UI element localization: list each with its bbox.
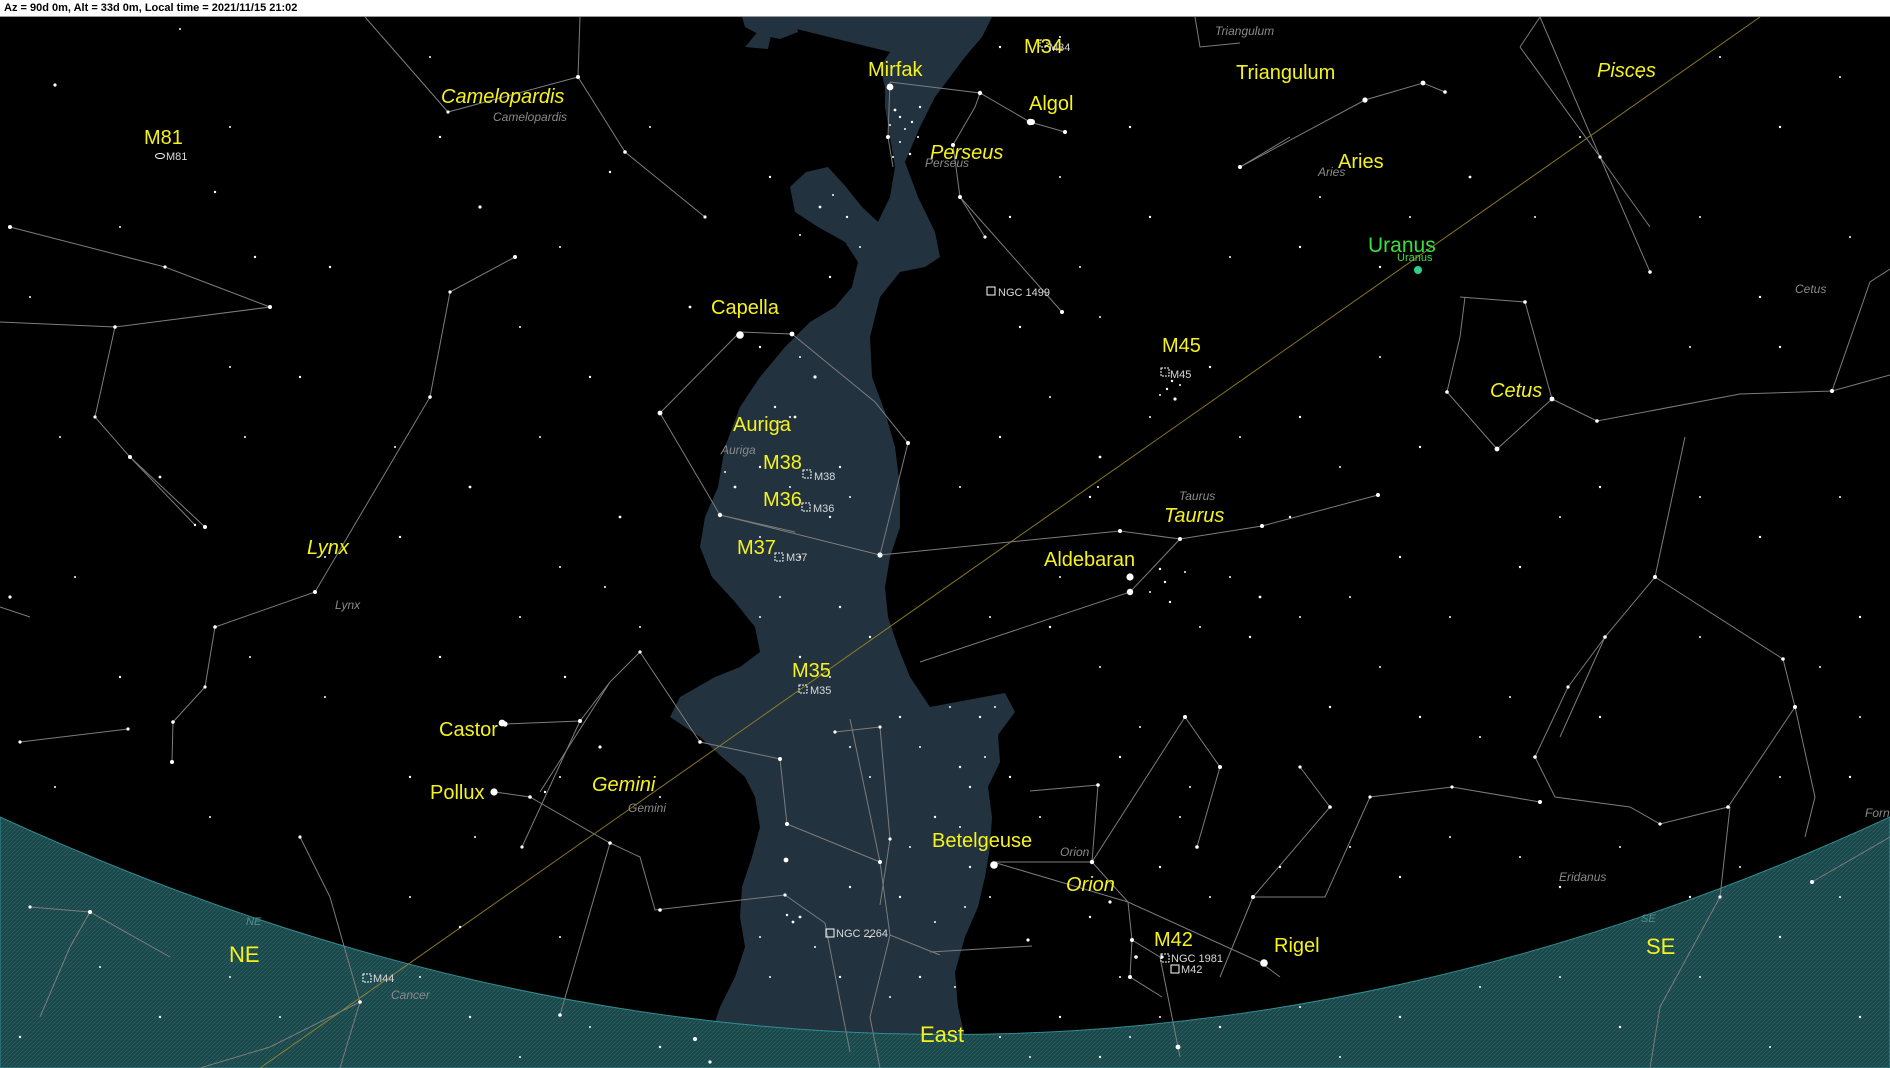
label-cetus: Cetus xyxy=(1490,380,1542,402)
label-betelgeuse: Betelgeuse xyxy=(932,830,1032,852)
label-aldebaran: Aldebaran xyxy=(1044,549,1135,571)
label-m36: M36 xyxy=(763,489,802,511)
status-text: Az = 90d 0m, Alt = 33d 0m, Local time = … xyxy=(4,2,298,14)
star-mirfak[interactable] xyxy=(886,83,894,91)
label-m35: M35 xyxy=(792,660,831,682)
label-se: SE xyxy=(1646,934,1675,959)
label-orion-small: Orion xyxy=(1060,845,1090,859)
label-triangulum-small: Triangulum xyxy=(1215,24,1274,38)
star-rigel[interactable] xyxy=(1260,959,1268,967)
label-ne: NE xyxy=(229,942,260,967)
star-betelgeuse[interactable] xyxy=(990,861,998,869)
label-perseus-small: Perseus xyxy=(925,156,969,170)
label-mirfak: Mirfak xyxy=(868,59,923,81)
label-se-small: SE xyxy=(1641,913,1656,925)
label-m44-small: M44 xyxy=(373,973,394,985)
label-gemini: Gemini xyxy=(592,774,656,796)
label-orion: Orion xyxy=(1066,874,1115,896)
label-ngc1499: NGC 1499 xyxy=(998,287,1050,299)
label-taurus: Taurus xyxy=(1164,505,1224,527)
label-cancer-small: Cancer xyxy=(391,988,431,1002)
label-east: East xyxy=(920,1022,964,1047)
star-pollux[interactable] xyxy=(490,788,498,796)
label-cetus-small: Cetus xyxy=(1795,282,1826,296)
label-m42-small: M42 xyxy=(1181,964,1202,976)
label-capella: Capella xyxy=(711,297,780,319)
label-aries-small: Aries xyxy=(1317,165,1345,179)
label-castor: Castor xyxy=(439,719,498,741)
label-fornax-small: Forn xyxy=(1865,806,1890,820)
label-pisces: Pisces xyxy=(1597,60,1656,82)
label-m37: M37 xyxy=(737,537,776,559)
label-ne-small: NE xyxy=(246,916,262,928)
star-aldebaran[interactable] xyxy=(1126,573,1134,581)
label-eridanus-small: Eridanus xyxy=(1559,870,1606,884)
label-m38-small: M38 xyxy=(814,471,835,483)
label-m81-small: M81 xyxy=(166,151,187,163)
star-algol[interactable] xyxy=(1029,119,1035,125)
label-pollux: Pollux xyxy=(430,782,484,804)
label-m45: M45 xyxy=(1162,335,1201,357)
label-gemini-small: Gemini xyxy=(628,801,666,815)
label-m36-small: M36 xyxy=(813,503,834,515)
label-m37-small: M37 xyxy=(786,552,807,564)
label-triangulum: Triangulum xyxy=(1236,62,1335,84)
label-rigel: Rigel xyxy=(1274,935,1320,957)
label-auriga-small: Auriga xyxy=(720,443,756,457)
label-lynx: Lynx xyxy=(307,537,350,559)
sky-chart[interactable]: Mirfak Algol Capella Aldebaran Castor Po… xyxy=(0,17,1890,1068)
label-m34-small: M34 xyxy=(1049,42,1070,54)
label-auriga: Auriga xyxy=(733,414,792,436)
label-taurus-small: Taurus xyxy=(1179,489,1215,503)
label-lynx-small: Lynx xyxy=(335,598,361,612)
uranus-dot[interactable] xyxy=(1414,266,1422,274)
star-capella[interactable] xyxy=(736,331,744,339)
label-m45-small: M45 xyxy=(1170,369,1191,381)
label-m81: M81 xyxy=(144,127,183,149)
status-bar: Az = 90d 0m, Alt = 33d 0m, Local time = … xyxy=(0,0,1890,17)
star-castor[interactable] xyxy=(498,719,506,727)
label-uranus-small: Uranus xyxy=(1397,252,1433,264)
label-m38: M38 xyxy=(763,452,802,474)
label-m42: M42 xyxy=(1154,929,1193,951)
label-camelopardis: Camelopardis xyxy=(441,86,564,108)
label-algol: Algol xyxy=(1029,93,1073,115)
label-m35-small: M35 xyxy=(810,685,831,697)
label-camelopardis-small: Camelopardis xyxy=(493,110,567,124)
label-ngc2264: NGC 2264 xyxy=(836,928,888,940)
